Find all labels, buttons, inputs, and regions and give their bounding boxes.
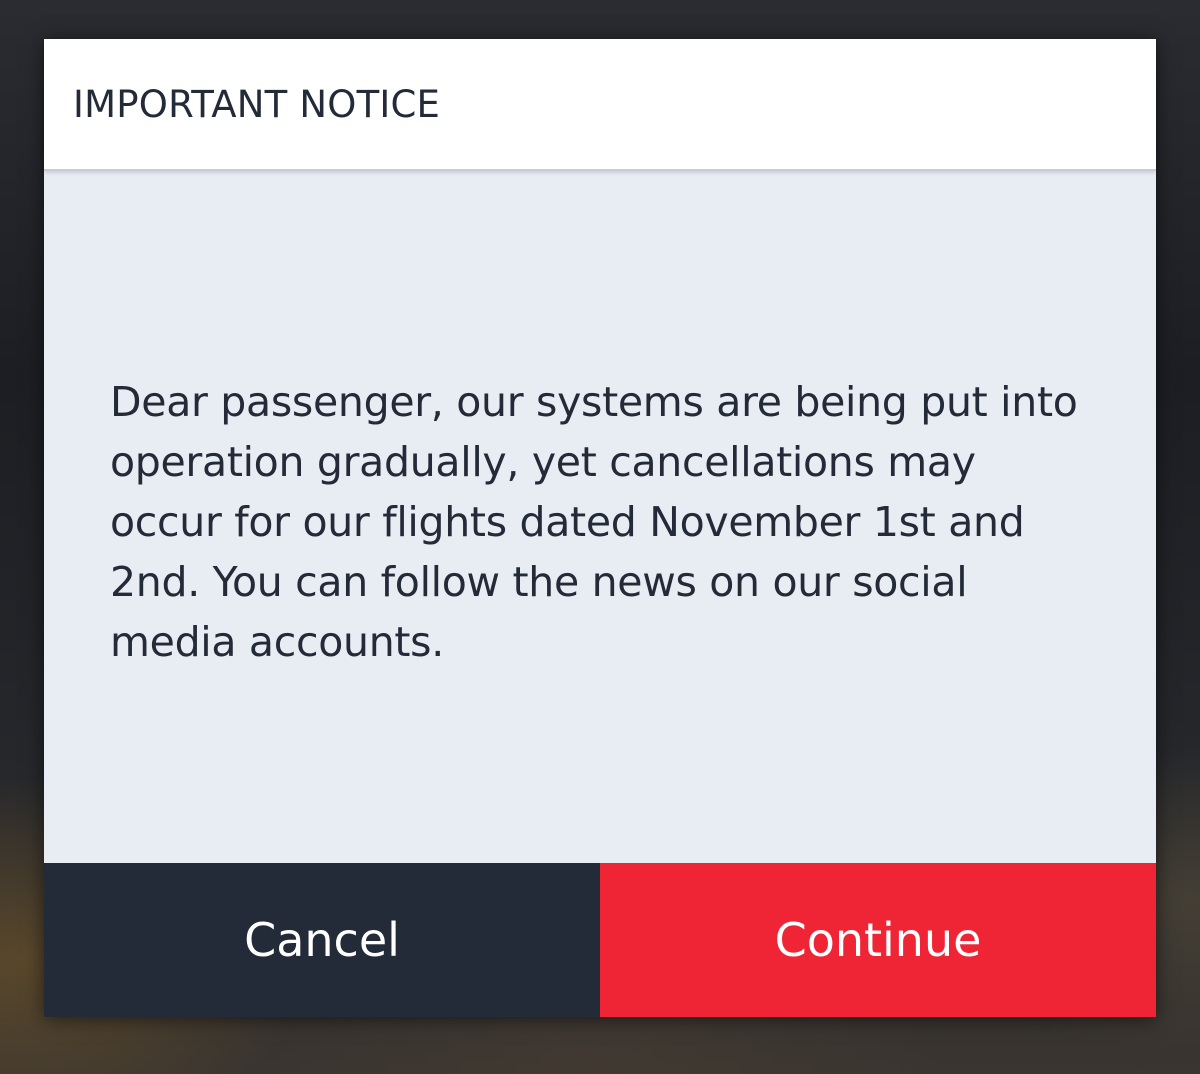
- dialog-header: IMPORTANT NOTICE: [44, 39, 1156, 171]
- cancel-button[interactable]: Cancel: [44, 863, 600, 1017]
- dialog-actions: Cancel Continue: [44, 863, 1156, 1017]
- important-notice-dialog: IMPORTANT NOTICE Dear passenger, our sys…: [44, 39, 1156, 1017]
- dialog-body: Dear passenger, our systems are being pu…: [44, 171, 1156, 863]
- notice-message: Dear passenger, our systems are being pu…: [110, 378, 1078, 666]
- dialog-title: IMPORTANT NOTICE: [73, 82, 441, 126]
- continue-button[interactable]: Continue: [600, 863, 1156, 1017]
